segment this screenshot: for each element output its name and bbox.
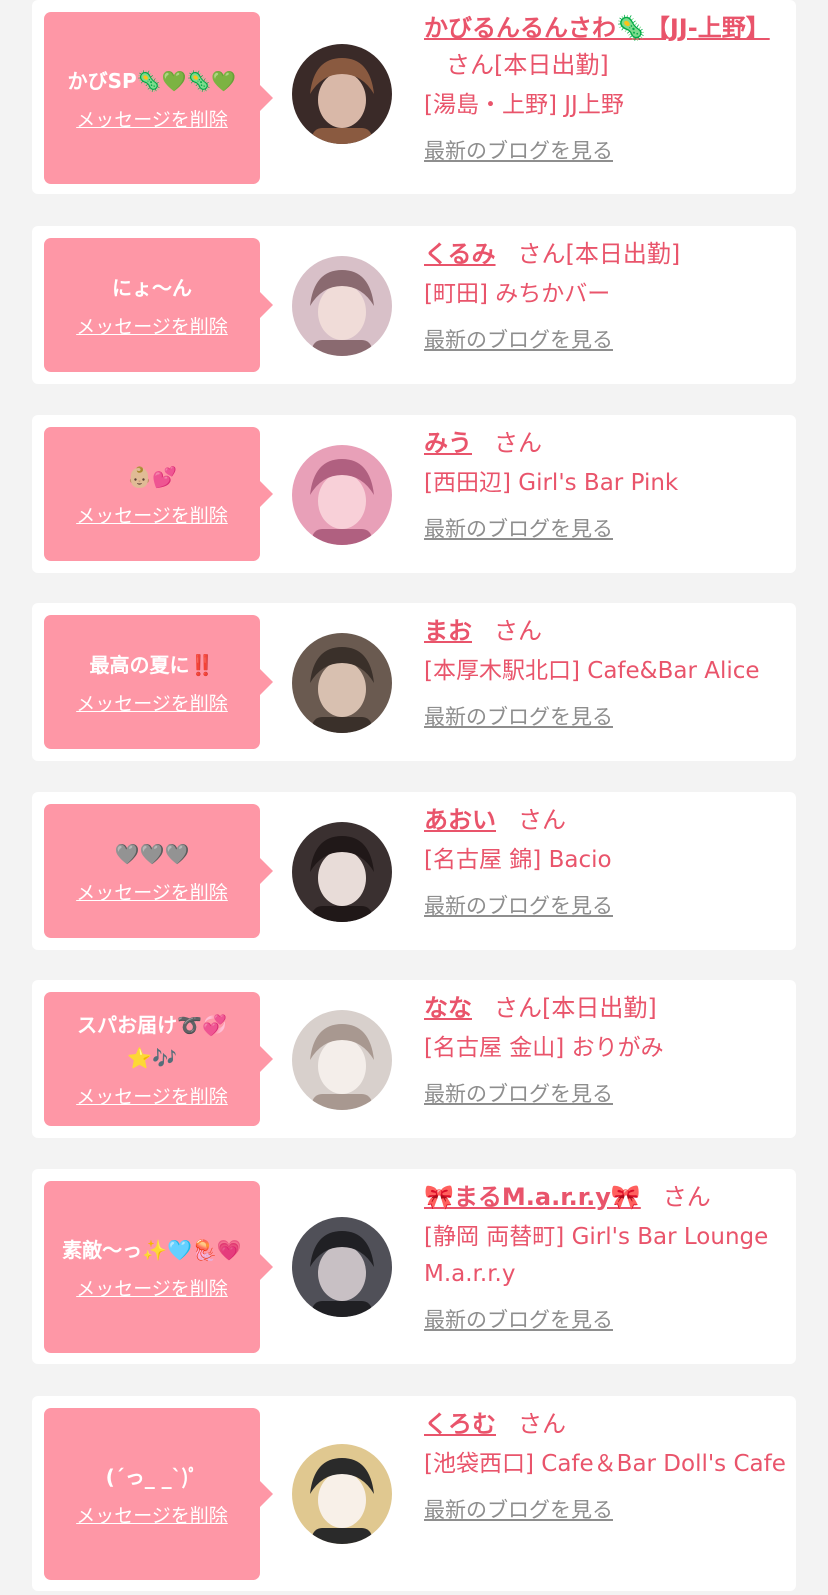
message-bubble: 🩶🩶🩶 メッセージを削除 (44, 804, 273, 938)
cast-suffix: さん (518, 806, 566, 834)
shop-name: [湯島・上野] JJ上野 (424, 92, 624, 118)
cast-name-line: くるみ さん[本日出勤] (424, 236, 788, 273)
message-list: かびSP🦠💚🦠💚 メッセージを削除 かびるんるんさわ🦠【JJ-上野】さん[本日出勤]… (0, 0, 828, 1595)
avatar[interactable] (292, 822, 392, 922)
delete-message-link[interactable]: メッセージを削除 (76, 881, 228, 905)
cast-name-line: なな さん[本日出勤] (424, 990, 788, 1027)
cast-name-line: くろむ さん (424, 1406, 788, 1443)
message-text: 最高の夏に‼️ (89, 652, 215, 677)
avatar[interactable] (292, 44, 392, 144)
message-bubble: (´っ_ _`)ﾟ メッセージを削除 (44, 1408, 273, 1580)
avatar[interactable] (292, 445, 392, 545)
delete-message-link[interactable]: メッセージを削除 (76, 1504, 228, 1528)
message-card: 👶🏼💕 メッセージを削除 みう さん [西田辺] Girl's Bar Pink 最新のブ… (32, 415, 796, 573)
message-card: (´っ_ _`)ﾟ メッセージを削除 くろむ さん [池袋西口] Cafe＆Bar Do… (32, 1396, 796, 1591)
shop-name: [本厚木駅北口] Cafe&Bar Alice (424, 658, 760, 684)
cast-info: くるみ さん[本日出勤] [町田] みちかバー 最新のブログを見る (424, 236, 788, 354)
delete-message-link[interactable]: メッセージを削除 (76, 108, 228, 132)
shop-name: [池袋西口] Cafe＆Bar Doll's Cafe (424, 1451, 786, 1477)
avatar[interactable] (292, 256, 392, 356)
latest-blog-link[interactable]: 最新のブログを見る (424, 515, 613, 543)
delete-message-link[interactable]: メッセージを削除 (76, 315, 228, 339)
message-card: 🩶🩶🩶 メッセージを削除 あおい さん [名古屋 錦] Bacio 最新のブログを見る (32, 792, 796, 950)
delete-message-link[interactable]: メッセージを削除 (76, 1085, 228, 1109)
cast-name-link[interactable]: まお (424, 617, 472, 645)
cast-name-line: かびるんるんさわ🦠【JJ-上野】さん[本日出勤] (424, 10, 788, 84)
delete-message-link[interactable]: メッセージを削除 (76, 1277, 228, 1301)
avatar[interactable] (292, 633, 392, 733)
message-text: (´っ_ _`)ﾟ (105, 1464, 199, 1489)
cast-info: 🎀まるM.a.r.r.y🎀 さん [静岡 両替町] Girl's Bar Loung… (424, 1179, 788, 1334)
cast-name-link[interactable]: くろむ (424, 1410, 496, 1438)
latest-blog-link[interactable]: 最新のブログを見る (424, 1306, 613, 1334)
cast-suffix: さん (494, 617, 542, 645)
latest-blog-link[interactable]: 最新のブログを見る (424, 892, 613, 920)
message-bubble: 👶🏼💕 メッセージを削除 (44, 427, 273, 561)
shop-name: [名古屋 金山] おりがみ (424, 1035, 664, 1061)
message-bubble: スパお届け➰💞⭐️🎶 メッセージを削除 (44, 992, 273, 1126)
cast-info: みう さん [西田辺] Girl's Bar Pink 最新のブログを見る (424, 425, 788, 543)
shop-name: [名古屋 錦] Bacio (424, 847, 612, 873)
cast-name-line: 🎀まるM.a.r.r.y🎀 さん (424, 1179, 788, 1216)
cast-suffix: さん[本日出勤] (517, 240, 681, 268)
message-card: かびSP🦠💚🦠💚 メッセージを削除 かびるんるんさわ🦠【JJ-上野】さん[本日出勤]… (32, 0, 796, 194)
latest-blog-link[interactable]: 最新のブログを見る (424, 1496, 613, 1524)
message-card: 素敵〜っ✨🩵🪼💗 メッセージを削除 🎀まるM.a.r.r.y🎀 さん [静岡 両替町] … (32, 1169, 796, 1364)
shop-name: [西田辺] Girl's Bar Pink (424, 470, 679, 496)
delete-message-link[interactable]: メッセージを削除 (76, 504, 228, 528)
message-text: 🩶🩶🩶 (114, 841, 190, 866)
cast-name-line: あおい さん (424, 802, 788, 839)
shop-name: [町田] みちかバー (424, 281, 611, 307)
message-card: 最高の夏に‼️ メッセージを削除 まお さん [本厚木駅北口] Cafe&Bar Ali… (32, 603, 796, 761)
cast-name-link[interactable]: なな (424, 994, 472, 1022)
cast-name-line: まお さん (424, 613, 788, 650)
cast-info: なな さん[本日出勤] [名古屋 金山] おりがみ 最新のブログを見る (424, 990, 788, 1108)
latest-blog-link[interactable]: 最新のブログを見る (424, 326, 613, 354)
latest-blog-link[interactable]: 最新のブログを見る (424, 1080, 613, 1108)
message-text: かびSP🦠💚🦠💚 (67, 68, 237, 93)
cast-name-line: みう さん (424, 425, 788, 462)
delete-message-link[interactable]: メッセージを削除 (76, 692, 228, 716)
message-text: 👶🏼💕 (127, 464, 177, 489)
message-bubble: 最高の夏に‼️ メッセージを削除 (44, 615, 273, 749)
avatar[interactable] (292, 1010, 392, 1110)
cast-name-link[interactable]: くるみ (424, 240, 496, 268)
avatar[interactable] (292, 1217, 392, 1317)
message-bubble: にょ〜んメッセージを削除 (44, 238, 273, 372)
cast-name-link[interactable]: みう (424, 429, 472, 457)
cast-info: まお さん [本厚木駅北口] Cafe&Bar Alice 最新のブログを見る (424, 613, 788, 731)
latest-blog-link[interactable]: 最新のブログを見る (424, 137, 613, 165)
message-bubble: 素敵〜っ✨🩵🪼💗 メッセージを削除 (44, 1181, 273, 1353)
latest-blog-link[interactable]: 最新のブログを見る (424, 703, 613, 731)
cast-info: あおい さん [名古屋 錦] Bacio 最新のブログを見る (424, 802, 788, 920)
message-text: スパお届け➰💞⭐️🎶 (77, 1013, 227, 1070)
message-card: にょ〜んメッセージを削除 くるみ さん[本日出勤] [町田] みちかバー 最新のブログを… (32, 226, 796, 384)
cast-info: くろむ さん [池袋西口] Cafe＆Bar Doll's Cafe 最新のブログを見… (424, 1406, 788, 1524)
cast-suffix: さん (662, 1183, 711, 1211)
cast-name-link[interactable]: 🎀まるM.a.r.r.y🎀 (424, 1183, 641, 1211)
shop-name: [静岡 両替町] Girl's Bar Lounge M.a.r.r.y (424, 1224, 769, 1287)
avatar[interactable] (292, 1444, 392, 1544)
message-text: 素敵〜っ✨🩵🪼💗 (62, 1237, 242, 1262)
cast-info: かびるんるんさわ🦠【JJ-上野】さん[本日出勤] [湯島・上野] JJ上野 最新のブ… (424, 10, 788, 165)
cast-suffix: さん[本日出勤] (446, 51, 609, 79)
cast-suffix: さん (494, 429, 542, 457)
cast-suffix: さん (518, 1410, 566, 1438)
cast-suffix: さん[本日出勤] (494, 994, 657, 1022)
message-card: スパお届け➰💞⭐️🎶 メッセージを削除 なな さん[本日出勤] [名古屋 金山] おりが… (32, 980, 796, 1138)
cast-name-link[interactable]: あおい (424, 806, 496, 834)
message-bubble: かびSP🦠💚🦠💚 メッセージを削除 (44, 12, 273, 184)
message-text: にょ〜ん (112, 275, 192, 300)
cast-name-link[interactable]: かびるんるんさわ🦠【JJ-上野】 (424, 14, 770, 42)
